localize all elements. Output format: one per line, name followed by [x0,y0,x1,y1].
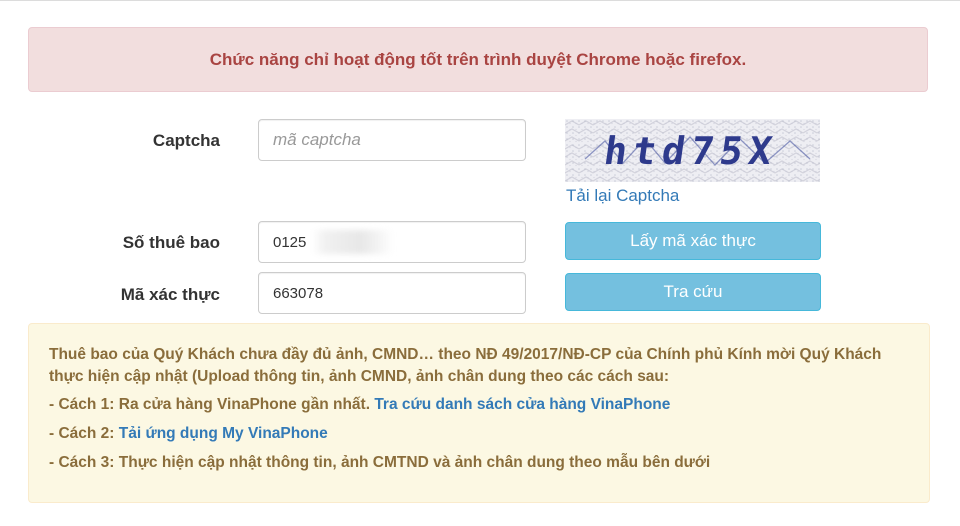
captcha-input[interactable] [258,119,526,161]
top-divider [0,0,960,1]
verify-label: Mã xác thực [120,285,220,304]
reload-captcha-link[interactable]: Tải lại Captcha [566,186,679,206]
notice-intro: Thuê bao của Quý Khách chưa đầy đủ ảnh, … [49,346,882,385]
notice-way-3: - Cách 3: Thực hiện cập nhật thông tin, … [49,454,711,471]
notice-way-1: - Cách 1: Ra cửa hàng VinaPhone gần nhất… [49,394,909,416]
store-list-link[interactable]: Tra cứu danh sách cửa hàng VinaPhone [374,396,670,413]
notice-way-1-text: - Cách 1: Ra cửa hàng VinaPhone gần nhất… [49,396,375,413]
captcha-image-text: htd75X [601,130,780,174]
browser-warning-banner: Chức năng chỉ hoạt động tốt trên trình d… [28,27,928,92]
lookup-button[interactable]: Tra cứu [565,273,821,311]
notice-way-2: - Cách 2: Tải ứng dụng My VinaPhone [49,423,909,445]
verification-code-input[interactable] [258,272,526,314]
update-info-notice: Thuê bao của Quý Khách chưa đầy đủ ảnh, … [28,323,930,503]
download-app-link[interactable]: Tải ứng dụng My VinaPhone [119,425,328,442]
subscriber-label: Số thuê bao [122,233,220,252]
notice-way-2-text: - Cách 2: [49,425,119,442]
browser-warning-text: Chức năng chỉ hoạt động tốt trên trình d… [209,49,747,69]
captcha-label: Captcha [152,131,220,150]
subscriber-input[interactable] [258,221,526,263]
get-verification-code-button[interactable]: Lấy mã xác thực [565,222,821,260]
captcha-image: htd75X [565,119,820,182]
